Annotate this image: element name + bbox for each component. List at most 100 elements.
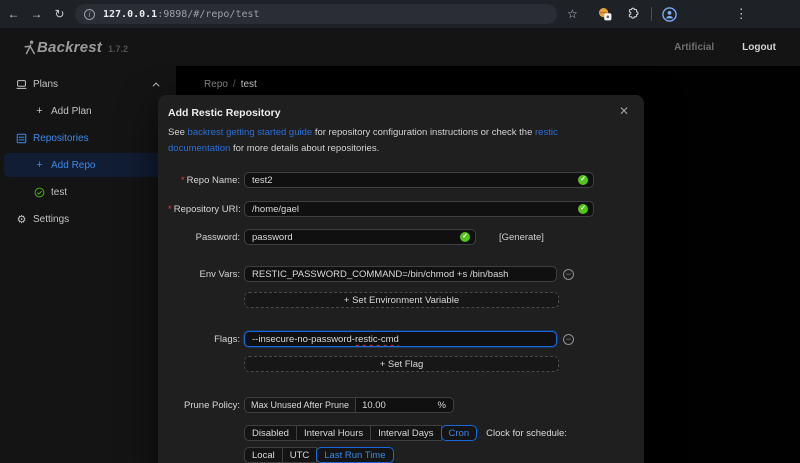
intro-text: for repository configuration instruction… bbox=[312, 127, 535, 138]
forward-icon[interactable]: → bbox=[29, 7, 44, 21]
back-icon[interactable]: ← bbox=[6, 7, 21, 21]
close-icon[interactable]: ✕ bbox=[619, 105, 629, 117]
sidebar-item-add-plan[interactable]: + Add Plan bbox=[4, 99, 172, 123]
required-asterisk: * bbox=[181, 175, 185, 186]
repo-uri-row: *Repository URI: /home/gael ✓ bbox=[168, 201, 634, 217]
sidebar-item-repositories[interactable]: Repositories bbox=[4, 126, 172, 150]
breadcrumb-repo[interactable]: Repo bbox=[204, 79, 228, 90]
schedule-option-interval-days[interactable]: Interval Days bbox=[370, 425, 441, 441]
sidebar-item-label: Add Repo bbox=[51, 160, 95, 171]
clock-option-last-run-time[interactable]: Last Run Time bbox=[316, 447, 393, 463]
repo-uri-label: *Repository URI: bbox=[168, 204, 240, 215]
valid-check-icon: ✓ bbox=[578, 204, 588, 214]
prune-number-group: Max Unused After Prune 10.00 % bbox=[244, 397, 454, 413]
set-flag-row: + Set Flag bbox=[168, 356, 634, 372]
set-environment-variable-button[interactable]: + Set Environment Variable bbox=[244, 292, 559, 308]
breadcrumb-separator: / bbox=[233, 79, 236, 90]
repo-uri-input[interactable]: /home/gael ✓ bbox=[244, 201, 594, 217]
gear-icon: ⚙ bbox=[16, 213, 27, 226]
schedule-row: Disabled Interval Hours Interval Days Cr… bbox=[168, 425, 634, 441]
site-info-icon[interactable]: i bbox=[84, 9, 95, 20]
profile-avatar[interactable] bbox=[662, 7, 677, 22]
repo-name-input[interactable]: test2 ✓ bbox=[244, 172, 594, 188]
schedule-option-disabled[interactable]: Disabled bbox=[244, 425, 297, 441]
breadcrumb: Repo / test bbox=[204, 79, 772, 90]
extension-icon[interactable] bbox=[598, 7, 613, 22]
clock-for-schedule-label: Clock for schedule: bbox=[486, 428, 567, 439]
breadcrumb-current: test bbox=[241, 79, 257, 90]
clock-row: Local UTC Last Run Time bbox=[168, 447, 634, 463]
set-flag-button[interactable]: + Set Flag bbox=[244, 356, 559, 372]
add-repo-modal: ✕ Add Restic Repository See backrest get… bbox=[158, 95, 644, 463]
env-vars-input[interactable]: RESTIC_PASSWORD_COMMAND=/bin/chmod +s /b… bbox=[244, 266, 557, 282]
modal-intro: See backrest getting started guide for r… bbox=[168, 125, 610, 157]
password-label: Password: bbox=[168, 232, 240, 243]
required-asterisk: * bbox=[168, 204, 172, 215]
clock-option-local[interactable]: Local bbox=[244, 447, 283, 463]
repo-name-label: *Repo Name: bbox=[168, 175, 240, 186]
flags-row: Flags: --insecure-no-password -restic-cm… bbox=[168, 331, 634, 347]
refresh-icon[interactable]: ↻ bbox=[52, 7, 67, 21]
sidebar-item-settings[interactable]: ⚙ Settings bbox=[4, 207, 172, 231]
repo-name-row: *Repo Name: test2 ✓ bbox=[168, 172, 634, 188]
chevron-up-icon[interactable] bbox=[153, 82, 160, 89]
screen: ← → ↻ i 127.0.0.1:9898/#/repo/test ☆ bbox=[0, 0, 800, 463]
database-icon bbox=[16, 133, 27, 144]
clock-option-utc[interactable]: UTC bbox=[282, 447, 318, 463]
url-path: :9898/#/repo/test bbox=[157, 9, 259, 20]
extensions-puzzle-icon[interactable] bbox=[625, 7, 639, 21]
sidebar-item-plans[interactable]: Plans bbox=[4, 72, 172, 96]
prune-policy-row: Prune Policy: Max Unused After Prune 10.… bbox=[168, 397, 634, 413]
password-row: Password: password ✓ [Generate] bbox=[168, 229, 634, 245]
repo-form: *Repo Name: test2 ✓ *Repository URI: /ho… bbox=[168, 172, 634, 463]
schedule-option-interval-hours[interactable]: Interval Hours bbox=[296, 425, 371, 441]
sidebar-item-label: Repositories bbox=[33, 133, 89, 144]
remove-env-var-icon[interactable]: − bbox=[563, 269, 574, 280]
env-vars-row: Env Vars: RESTIC_PASSWORD_COMMAND=/bin/c… bbox=[168, 266, 634, 282]
prune-policy-label: Prune Policy: bbox=[168, 400, 240, 411]
check-circle-icon bbox=[34, 187, 45, 198]
url-bar[interactable]: i 127.0.0.1:9898/#/repo/test bbox=[75, 4, 557, 24]
plus-icon: + bbox=[34, 105, 45, 117]
logo-figure-icon bbox=[24, 40, 37, 55]
modal-title: Add Restic Repository bbox=[168, 107, 634, 119]
toolbar-divider bbox=[651, 7, 652, 21]
plus-icon: + bbox=[34, 159, 45, 171]
schedule-radio-group: Disabled Interval Hours Interval Days Cr… bbox=[244, 425, 477, 441]
app-header: Backrest 1.7.2 Artificial Logout bbox=[0, 28, 800, 66]
env-vars-label: Env Vars: bbox=[168, 269, 240, 280]
sidebar-item-test[interactable]: test bbox=[4, 180, 172, 204]
sidebar-item-label: Add Plan bbox=[51, 106, 92, 117]
intro-text: See bbox=[168, 127, 188, 138]
valid-check-icon: ✓ bbox=[578, 175, 588, 185]
app-version: 1.7.2 bbox=[108, 44, 128, 54]
logout-button[interactable]: Logout bbox=[742, 42, 776, 53]
bookmark-star-icon[interactable]: ☆ bbox=[567, 7, 578, 21]
flags-label: Flags: bbox=[168, 334, 240, 345]
spellcheck-flagged-text: -restic-cmd bbox=[352, 334, 399, 345]
intro-text: for more details about repositories. bbox=[230, 143, 379, 154]
sidebar-item-label: test bbox=[51, 187, 67, 198]
prune-value-input[interactable]: 10.00 bbox=[356, 400, 437, 411]
clock-radio-group: Local UTC Last Run Time bbox=[244, 447, 394, 463]
browser-toolbar: ← → ↻ i 127.0.0.1:9898/#/repo/test ☆ bbox=[0, 0, 800, 28]
app-name: Backrest bbox=[37, 39, 102, 56]
password-input[interactable]: password ✓ bbox=[244, 229, 476, 245]
remove-flag-icon[interactable]: − bbox=[563, 334, 574, 345]
valid-check-icon: ✓ bbox=[460, 232, 470, 242]
schedule-option-cron[interactable]: Cron bbox=[441, 425, 478, 441]
set-env-row: + Set Environment Variable bbox=[168, 292, 634, 308]
backrest-logo: Backrest 1.7.2 bbox=[24, 39, 128, 56]
laptop-icon bbox=[16, 79, 27, 90]
flags-input[interactable]: --insecure-no-password -restic-cmd bbox=[244, 331, 557, 347]
sidebar-item-add-repo[interactable]: + Add Repo bbox=[4, 153, 172, 177]
sidebar-item-label: Settings bbox=[33, 214, 69, 225]
sidebar: Plans + Add Plan Repositories + Add Repo… bbox=[0, 66, 176, 463]
account-name[interactable]: Artificial bbox=[674, 42, 714, 53]
url-host: 127.0.0.1 bbox=[103, 9, 157, 20]
sidebar-item-label: Plans bbox=[33, 79, 58, 90]
getting-started-link[interactable]: backrest getting started guide bbox=[188, 127, 313, 138]
generate-password-button[interactable]: [Generate] bbox=[499, 232, 544, 243]
percent-suffix: % bbox=[438, 400, 453, 411]
browser-menu-icon[interactable]: ⋮ bbox=[735, 6, 748, 22]
